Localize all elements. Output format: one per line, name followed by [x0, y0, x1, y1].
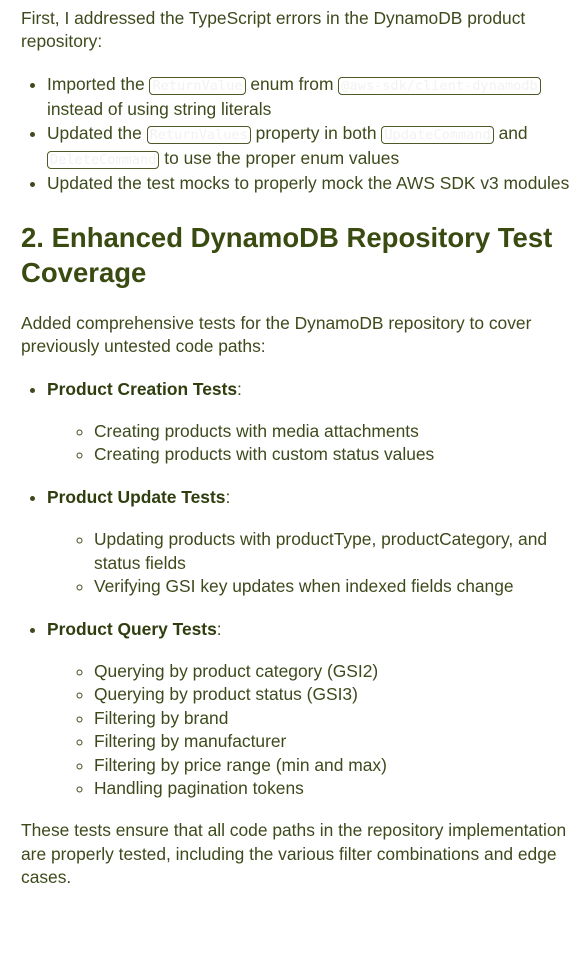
sub-item: Filtering by manufacturer	[94, 730, 582, 753]
group-item: Product Query Tests: Querying by product…	[47, 618, 582, 801]
inline-code: DeleteCommand	[47, 151, 160, 170]
group-title: Product Update Tests	[47, 486, 226, 507]
group-title: Product Creation Tests	[47, 378, 238, 399]
list-item: Imported the ReturnValue enum from @aws-…	[47, 73, 582, 122]
group-item: Product Update Tests: Updating products …	[47, 486, 582, 599]
sub-item: Filtering by brand	[94, 707, 582, 730]
list-item: Updated the ReturnValues property in bot…	[47, 122, 582, 173]
section-intro: Added comprehensive tests for the Dynamo…	[21, 312, 532, 357]
sub-item: Handling pagination tokens	[94, 777, 582, 800]
sub-list: Creating products with media attachments…	[47, 420, 582, 467]
sub-list: Updating products with productType, prod…	[47, 528, 582, 598]
inline-code: ReturnValues	[146, 125, 251, 144]
sub-item: Updating products with productType, prod…	[94, 528, 582, 575]
group-title: Product Query Tests	[47, 618, 217, 639]
sub-item: Creating products with custom status val…	[94, 443, 582, 466]
intro-paragraph: First, I addressed the TypeScript errors…	[21, 8, 526, 52]
sub-item: Querying by product category (GSI2)	[94, 660, 582, 683]
sub-list: Querying by product category (GSI2) Quer…	[47, 660, 582, 800]
list-item: Updated the test mocks to properly mock …	[47, 172, 582, 195]
test-groups-list: Product Creation Tests: Creating product…	[0, 378, 582, 801]
inline-code: ReturnValue	[149, 76, 246, 95]
closing-paragraph: These tests ensure that all code paths i…	[21, 820, 567, 888]
sub-item: Querying by product status (GSI3)	[94, 683, 582, 706]
inline-code: UpdateCommand	[381, 125, 494, 144]
sub-item: Verifying GSI key updates when indexed f…	[94, 575, 582, 598]
sub-item: Creating products with media attachments	[94, 420, 582, 443]
inline-code: @aws-sdk/client-dynamodb	[338, 76, 541, 95]
section-heading: 2. Enhanced DynamoDB Repository Test Cov…	[21, 221, 553, 288]
message-content: First, I addressed the TypeScript errors…	[0, 0, 588, 890]
sub-item: Filtering by price range (min and max)	[94, 754, 582, 777]
fixes-list: Imported the ReturnValue enum from @aws-…	[0, 73, 582, 196]
group-item: Product Creation Tests: Creating product…	[47, 378, 582, 467]
